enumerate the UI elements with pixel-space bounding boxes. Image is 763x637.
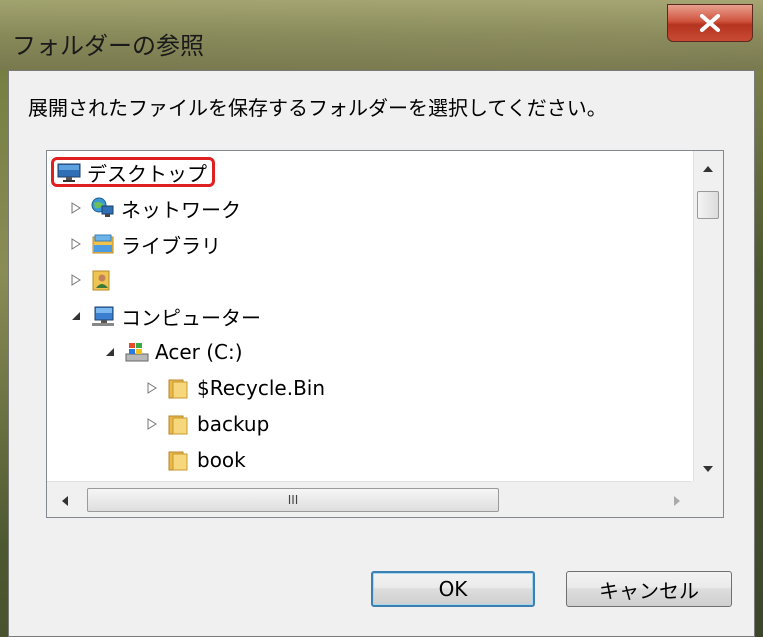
library-icon [91, 233, 114, 255]
scroll-left-arrow-icon[interactable] [61, 495, 69, 507]
folder-tree[interactable]: デスクトップ ネットワーク ライブラリ コンピューター Acer (C:) $R… [46, 150, 724, 518]
vertical-scroll-thumb[interactable] [697, 191, 719, 219]
horizontal-scrollbar[interactable]: III [47, 481, 693, 517]
scroll-up-arrow-icon[interactable] [702, 165, 714, 173]
tree-item-backup[interactable]: backup [145, 407, 269, 441]
expand-arrow-icon[interactable] [69, 237, 83, 251]
tree-item-label: $Recycle.Bin [197, 376, 326, 400]
folder-icon [167, 449, 189, 471]
selection-highlight [51, 157, 215, 187]
folder-icon [167, 377, 189, 399]
network-icon [91, 197, 114, 219]
expand-arrow-icon[interactable] [145, 417, 159, 431]
tree-item-user-folder[interactable] [69, 263, 121, 297]
collapse-arrow-icon[interactable] [69, 309, 83, 323]
drive-icon [125, 341, 149, 363]
horizontal-scroll-thumb[interactable]: III [87, 488, 499, 512]
tree-item-computer[interactable]: コンピューター [69, 299, 261, 333]
expand-arrow-icon[interactable] [69, 201, 83, 215]
cancel-button[interactable]: キャンセル [566, 571, 732, 607]
vertical-scrollbar[interactable] [693, 151, 723, 481]
scroll-grip: III [287, 493, 299, 507]
expand-arrow-icon[interactable] [69, 273, 83, 287]
tree-item-label: backup [197, 412, 270, 436]
close-icon [700, 14, 720, 32]
tree-item-libraries[interactable]: ライブラリ [69, 227, 221, 261]
tree-item-label: コンピューター [121, 305, 261, 330]
tree-item-label: ネットワーク [121, 197, 241, 222]
title-bar[interactable]: フォルダーの参照 [0, 0, 763, 70]
scroll-right-arrow-icon[interactable] [673, 495, 681, 507]
computer-icon [91, 305, 114, 327]
tree-item-label: ライブラリ [121, 233, 221, 258]
scroll-down-arrow-icon[interactable] [702, 465, 714, 473]
folder-icon [167, 413, 189, 435]
instruction-text: 展開されたファイルを保存するフォルダーを選択してください。 [28, 96, 607, 120]
collapse-arrow-icon[interactable] [103, 345, 117, 359]
close-button[interactable] [667, 4, 753, 42]
tree-item-recycle-bin[interactable]: $Recycle.Bin [145, 371, 325, 405]
tree-item-drive-c[interactable]: Acer (C:) [103, 335, 243, 369]
folder-browse-dialog: フォルダーの参照 展開されたファイルを保存するフォルダーを選択してください。 デ… [0, 0, 763, 637]
tree-item-network[interactable]: ネットワーク [69, 191, 241, 225]
user-folder-icon [91, 269, 113, 291]
tree-item-label: book [197, 448, 246, 472]
tree-item-label: Acer (C:) [155, 340, 243, 364]
scrollbar-corner [691, 481, 723, 517]
expand-arrow-icon[interactable] [145, 381, 159, 395]
tree-item-book[interactable]: book [167, 443, 246, 477]
dialog-title: フォルダーの参照 [12, 32, 204, 60]
ok-button[interactable]: OK [371, 571, 535, 607]
